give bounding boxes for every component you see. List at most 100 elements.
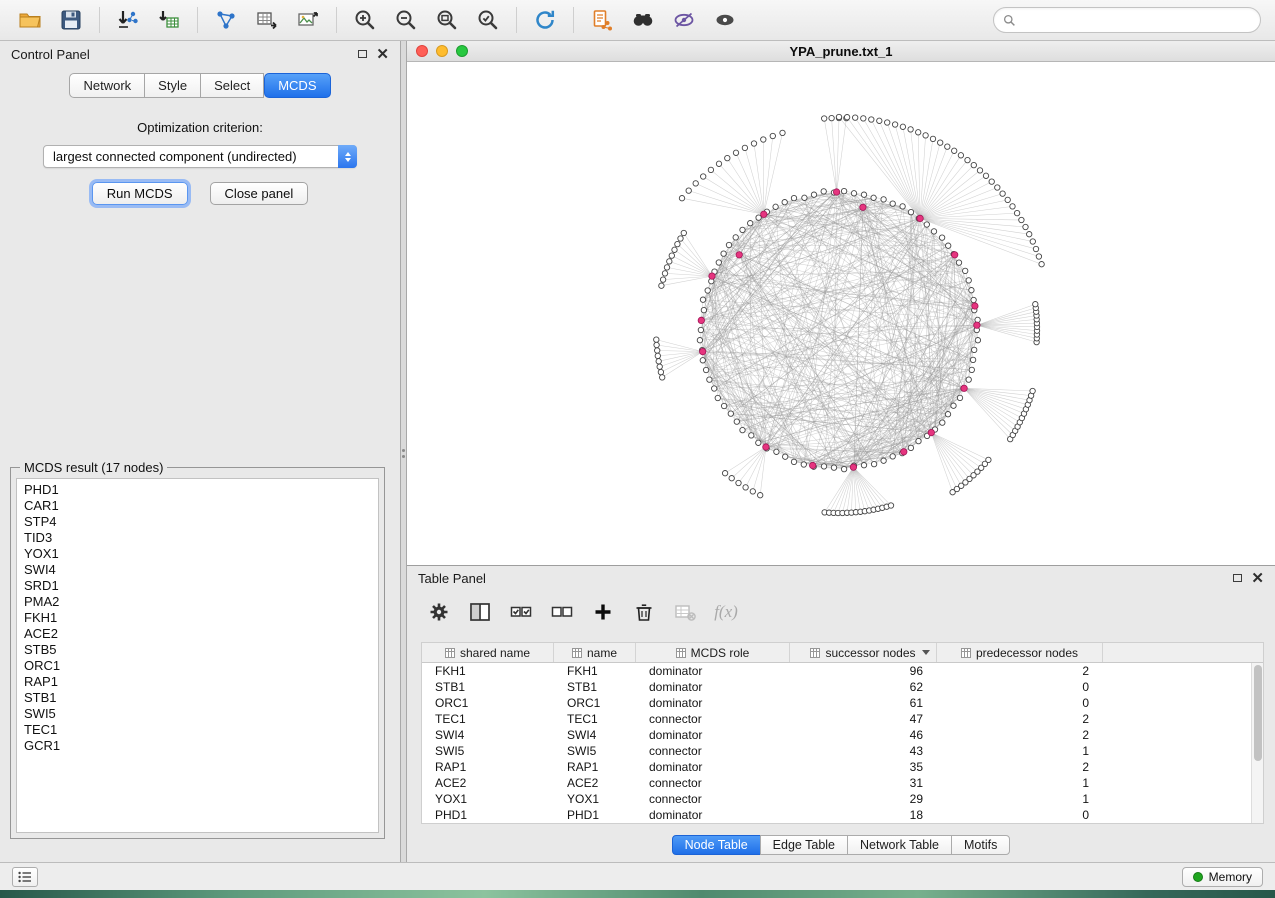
tab-style[interactable]: Style <box>145 73 201 98</box>
network-hub-node[interactable] <box>709 273 715 279</box>
network-node[interactable] <box>756 440 761 445</box>
network-node[interactable] <box>774 449 779 454</box>
open-session-button[interactable] <box>14 4 46 36</box>
network-node[interactable] <box>802 195 807 200</box>
network-node[interactable] <box>664 265 669 270</box>
list-item[interactable]: YOX1 <box>24 546 371 562</box>
network-node[interactable] <box>881 458 886 463</box>
network-node[interactable] <box>761 137 766 142</box>
column-header-shared-name[interactable]: shared name <box>422 643 554 662</box>
search-input[interactable] <box>1022 13 1251 27</box>
network-node[interactable] <box>986 457 991 462</box>
network-hub-node[interactable] <box>928 429 934 435</box>
network-node[interactable] <box>743 485 748 490</box>
list-item[interactable]: ACE2 <box>24 626 371 642</box>
network-node[interactable] <box>700 358 705 363</box>
column-header-mcds-role[interactable]: MCDS role <box>636 643 790 662</box>
panel-splitter[interactable] <box>400 41 407 862</box>
network-hub-node[interactable] <box>972 303 978 309</box>
table-row[interactable]: STB1STB1dominator620 <box>422 679 1251 695</box>
network-node[interactable] <box>966 278 971 283</box>
network-node[interactable] <box>1030 239 1035 244</box>
columns-button[interactable] <box>468 600 492 624</box>
network-node[interactable] <box>956 260 961 265</box>
network-node[interactable] <box>657 364 662 369</box>
list-item[interactable]: STB1 <box>24 690 371 706</box>
network-node[interactable] <box>725 155 730 160</box>
network-node[interactable] <box>773 204 778 209</box>
network-node[interactable] <box>861 463 866 468</box>
network-node[interactable] <box>853 115 858 120</box>
task-history-button[interactable] <box>12 867 38 887</box>
table-row[interactable]: ORC1ORC1dominator610 <box>422 695 1251 711</box>
network-node[interactable] <box>780 130 785 135</box>
network-node[interactable] <box>951 403 956 408</box>
network-node[interactable] <box>821 464 826 469</box>
tab-network[interactable]: Network <box>69 73 145 98</box>
table-row[interactable]: RAP1RAP1dominator352 <box>422 759 1251 775</box>
network-node[interactable] <box>831 465 836 470</box>
table-row[interactable]: ACE2ACE2connector311 <box>422 775 1251 791</box>
list-item[interactable]: TEC1 <box>24 722 371 738</box>
sort-dropdown-icon[interactable] <box>922 650 930 655</box>
network-node[interactable] <box>890 201 895 206</box>
network-node[interactable] <box>1014 210 1019 215</box>
network-node[interactable] <box>881 197 886 202</box>
network-node[interactable] <box>900 204 905 209</box>
network-node[interactable] <box>958 153 963 158</box>
settings-button[interactable] <box>427 600 451 624</box>
search-box[interactable] <box>993 7 1261 33</box>
tab-node-table[interactable]: Node Table <box>672 835 761 855</box>
network-hub-node[interactable] <box>961 385 967 391</box>
network-node[interactable] <box>659 283 664 288</box>
network-node[interactable] <box>716 161 721 166</box>
network-node[interactable] <box>972 347 977 352</box>
list-item[interactable]: ORC1 <box>24 658 371 674</box>
network-canvas[interactable] <box>407 62 1275 565</box>
network-node[interactable] <box>656 359 661 364</box>
network-hub-node[interactable] <box>917 215 923 221</box>
deselect-all-button[interactable] <box>550 600 574 624</box>
network-node[interactable] <box>916 130 921 135</box>
network-node[interactable] <box>965 157 970 162</box>
network-node[interactable] <box>701 174 706 179</box>
network-node[interactable] <box>1000 191 1005 196</box>
network-node[interactable] <box>995 185 1000 190</box>
list-item[interactable]: TID3 <box>24 530 371 546</box>
network-node[interactable] <box>748 221 753 226</box>
toggle-view-button[interactable] <box>668 4 700 36</box>
network-node[interactable] <box>782 200 787 205</box>
network-node[interactable] <box>908 127 913 132</box>
close-panel-icon[interactable]: ✕ <box>376 47 389 62</box>
tab-network-table[interactable]: Network Table <box>847 835 952 855</box>
network-node[interactable] <box>945 144 950 149</box>
network-node[interactable] <box>733 150 738 155</box>
network-node[interactable] <box>693 181 698 186</box>
network-node[interactable] <box>655 348 660 353</box>
show-panel-button[interactable] <box>709 4 741 36</box>
network-node[interactable] <box>660 375 665 380</box>
tab-select[interactable]: Select <box>201 73 264 98</box>
network-node[interactable] <box>698 327 703 332</box>
mcds-result-list[interactable]: PHD1CAR1STP4TID3YOX1SWI4SRD1PMA2FKH1ACE2… <box>16 478 379 833</box>
network-node[interactable] <box>963 268 968 273</box>
network-node[interactable] <box>707 377 712 382</box>
network-node[interactable] <box>1039 262 1044 267</box>
network-hub-node[interactable] <box>698 317 704 323</box>
network-node[interactable] <box>923 133 928 138</box>
network-node[interactable] <box>970 357 975 362</box>
zoom-selected-button[interactable] <box>472 4 504 36</box>
float-panel-icon[interactable] <box>358 50 367 58</box>
column-header-predecessor-nodes[interactable]: predecessor nodes <box>937 643 1103 662</box>
network-node[interactable] <box>877 118 882 123</box>
network-node[interactable] <box>708 167 713 172</box>
network-node[interactable] <box>861 192 866 197</box>
list-item[interactable]: SWI5 <box>24 706 371 722</box>
network-hub-node[interactable] <box>901 449 907 455</box>
network-node[interactable] <box>885 120 890 125</box>
window-minimize-button[interactable] <box>436 45 448 57</box>
scrollbar-thumb[interactable] <box>1254 665 1262 761</box>
new-network-button[interactable] <box>210 4 242 36</box>
network-node[interactable] <box>736 480 741 485</box>
table-row[interactable]: TEC1TEC1connector472 <box>422 711 1251 727</box>
